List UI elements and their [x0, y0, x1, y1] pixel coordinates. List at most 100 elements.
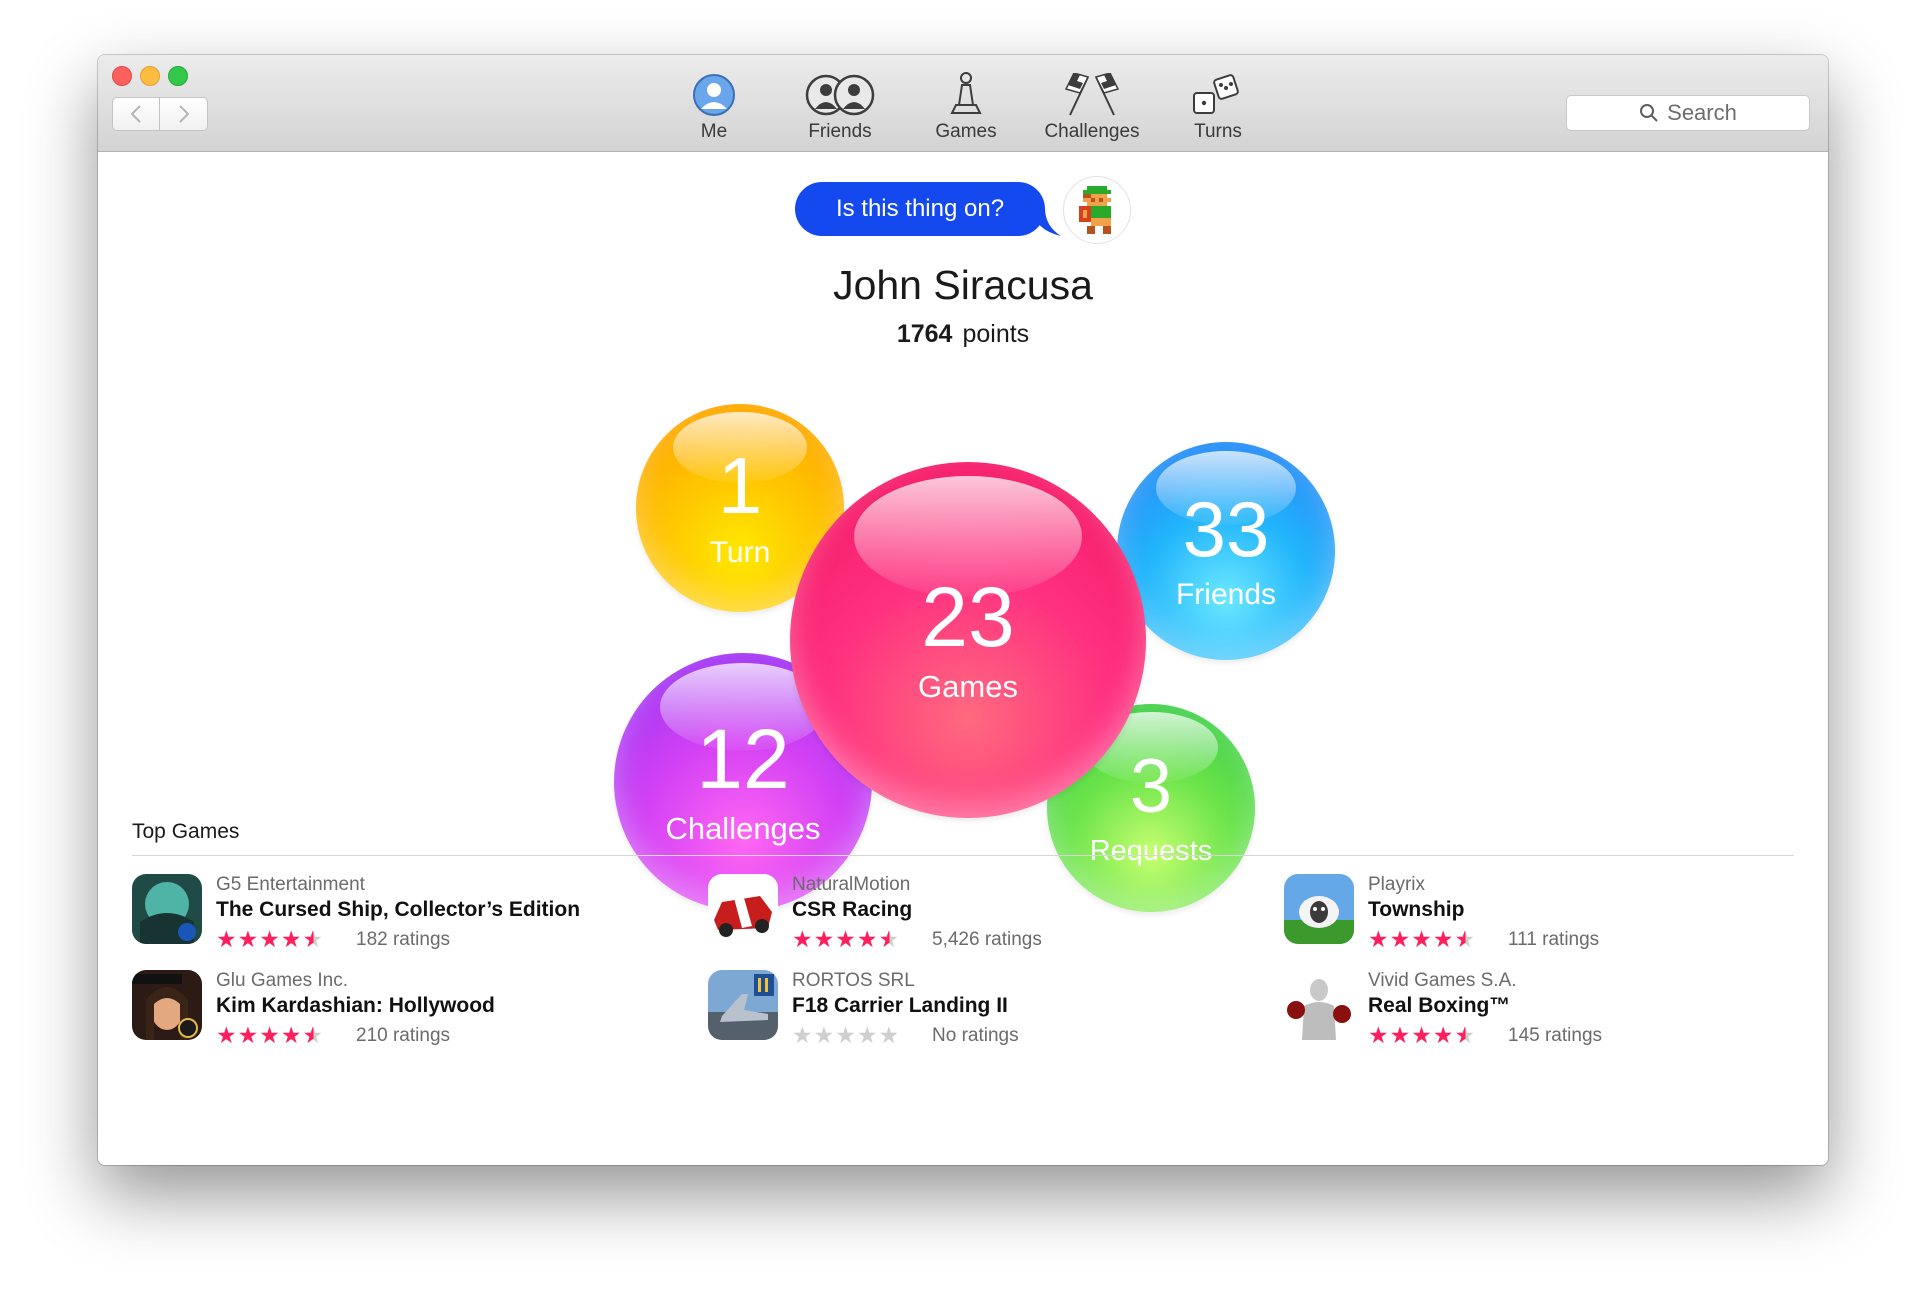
star-icon: ★: [878, 1022, 901, 1048]
game-item-f18-carrier[interactable]: RORTOS SRL F18 Carrier Landing II ★★★★★ …: [708, 970, 1268, 1054]
search-placeholder: Search: [1667, 100, 1737, 125]
me-avatar-icon: [693, 74, 735, 116]
checkered-flags-icon: [1064, 73, 1120, 116]
star-rating: ★★★★★: [792, 926, 900, 953]
points-value: 1764: [896, 320, 953, 348]
tab-me-label: Me: [700, 121, 728, 142]
game-title: CSR Racing: [792, 898, 913, 921]
star-icon: ★: [835, 926, 857, 952]
star-icon: ★: [856, 926, 879, 952]
ratings-count: 182 ratings: [356, 929, 451, 950]
star-icon: ★: [1389, 926, 1412, 952]
games-label: Games: [918, 669, 1018, 704]
star-icon: ★: [237, 1022, 260, 1048]
tab-turns-label: Turns: [1194, 121, 1242, 142]
game-developer: Vivid Games S.A.: [1368, 970, 1517, 991]
game-title: The Cursed Ship, Collector’s Edition: [216, 898, 581, 921]
star-icon: ★: [302, 926, 325, 952]
me-page: Is this thing on? John Siracusa 1764 poi…: [98, 152, 1828, 1165]
star-icon: ★: [1454, 926, 1477, 952]
star-icon: ★: [302, 1022, 325, 1048]
game-title: F18 Carrier Landing II: [792, 994, 1008, 1017]
friends-label: Friends: [1175, 578, 1277, 611]
game-developer: RORTOS SRL: [792, 970, 915, 991]
top-games-list: G5 Entertainment The Cursed Ship, Collec…: [132, 874, 1828, 1084]
speech-tail-icon: [1031, 208, 1061, 236]
star-icon: ★: [259, 926, 281, 952]
star-icon: ★: [792, 1022, 814, 1048]
status-message: Is this thing on?: [835, 195, 1005, 222]
tab-turns[interactable]: Turns: [1158, 67, 1278, 149]
game-icon-csr-racing: [708, 874, 778, 944]
back-button[interactable]: [112, 97, 160, 131]
star-icon: ★: [1368, 1022, 1390, 1048]
tab-me[interactable]: Me: [654, 67, 774, 149]
game-icon-real-boxing: [1284, 970, 1354, 1040]
star-icon: ★: [1368, 926, 1390, 952]
tab-challenges-label: Challenges: [1044, 121, 1140, 142]
game-title: Real Boxing™: [1368, 994, 1511, 1017]
star-icon: ★: [237, 926, 260, 952]
game-item-cursed-ship[interactable]: G5 Entertainment The Cursed Ship, Collec…: [132, 874, 692, 958]
star-icon: ★: [259, 1022, 281, 1048]
star-rating: ★★★★★: [1368, 926, 1476, 953]
ratings-count: 210 ratings: [356, 1025, 451, 1046]
games-count: 23: [921, 570, 1015, 664]
games-bubble[interactable]: 23 Games: [790, 462, 1146, 818]
player-name: John Siracusa: [833, 262, 1093, 308]
friends-count: 33: [1182, 485, 1270, 573]
star-icon: ★: [878, 926, 901, 952]
tab-games-label: Games: [935, 121, 997, 142]
star-icon: ★: [835, 1022, 857, 1048]
forward-button[interactable]: [160, 97, 208, 131]
game-developer: Glu Games Inc.: [216, 970, 348, 991]
game-developer: Playrix: [1368, 874, 1426, 895]
chevron-left-icon: [130, 105, 141, 123]
game-item-csr-racing[interactable]: NaturalMotion CSR Racing ★★★★★ 5,426 rat…: [708, 874, 1268, 958]
ratings-count: 5,426 ratings: [932, 929, 1042, 950]
game-item-kim-kardashian[interactable]: Glu Games Inc. Kim Kardashian: Hollywood…: [132, 970, 692, 1054]
ratings-count: 111 ratings: [1508, 929, 1600, 950]
tab-friends[interactable]: Friends: [780, 67, 900, 149]
search-field[interactable]: Search: [1566, 95, 1810, 131]
star-icon: ★: [1411, 1022, 1433, 1048]
star-icon: ★: [1454, 1022, 1477, 1048]
chevron-right-icon: [178, 105, 189, 123]
game-item-township[interactable]: Playrix Township ★★★★★ 111 ratings: [1284, 874, 1828, 958]
star-icon: ★: [1389, 1022, 1412, 1048]
star-icon: ★: [1411, 926, 1433, 952]
requests-label: Requests: [1089, 834, 1213, 867]
close-window-button[interactable]: [112, 66, 132, 86]
dice-icon: [1193, 74, 1239, 114]
star-icon: ★: [813, 926, 836, 952]
tab-games[interactable]: Games: [906, 67, 1026, 149]
game-item-real-boxing[interactable]: Vivid Games S.A. Real Boxing™ ★★★★★ 145 …: [1284, 970, 1828, 1054]
requests-count: 3: [1129, 743, 1173, 829]
star-rating: ★★★★★: [216, 926, 324, 953]
tab-challenges[interactable]: Challenges: [1032, 67, 1152, 149]
status-message-bubble[interactable]: Is this thing on?: [795, 182, 1045, 236]
game-title: Township: [1368, 898, 1465, 921]
zoom-window-button[interactable]: [168, 66, 188, 86]
game-icon-kim-kardashian: [132, 970, 202, 1040]
section-divider: [132, 855, 1794, 856]
star-rating: ★★★★★: [1368, 1022, 1476, 1049]
star-rating: ★★★★★: [792, 1022, 900, 1049]
tab-friends-label: Friends: [808, 121, 872, 142]
star-icon: ★: [813, 1022, 836, 1048]
friends-icon: [805, 74, 875, 116]
player-avatar[interactable]: [1063, 176, 1131, 244]
friends-bubble[interactable]: 33 Friends: [1117, 442, 1335, 660]
pawn-icon: [950, 72, 982, 114]
ratings-count: 145 ratings: [1508, 1025, 1603, 1046]
star-icon: ★: [280, 926, 303, 952]
turns-count: 1: [717, 441, 763, 530]
toolbar: Me Friends Games Challenges Turns Search: [98, 55, 1828, 152]
star-rating: ★★★★★: [216, 1022, 324, 1049]
game-title: Kim Kardashian: Hollywood: [216, 994, 495, 1017]
game-icon-township: [1284, 874, 1354, 944]
minimize-window-button[interactable]: [140, 66, 160, 86]
ratings-count: No ratings: [932, 1025, 1019, 1046]
pixel-hero-avatar-icon: [1079, 186, 1111, 234]
points-label: points: [962, 320, 1030, 348]
